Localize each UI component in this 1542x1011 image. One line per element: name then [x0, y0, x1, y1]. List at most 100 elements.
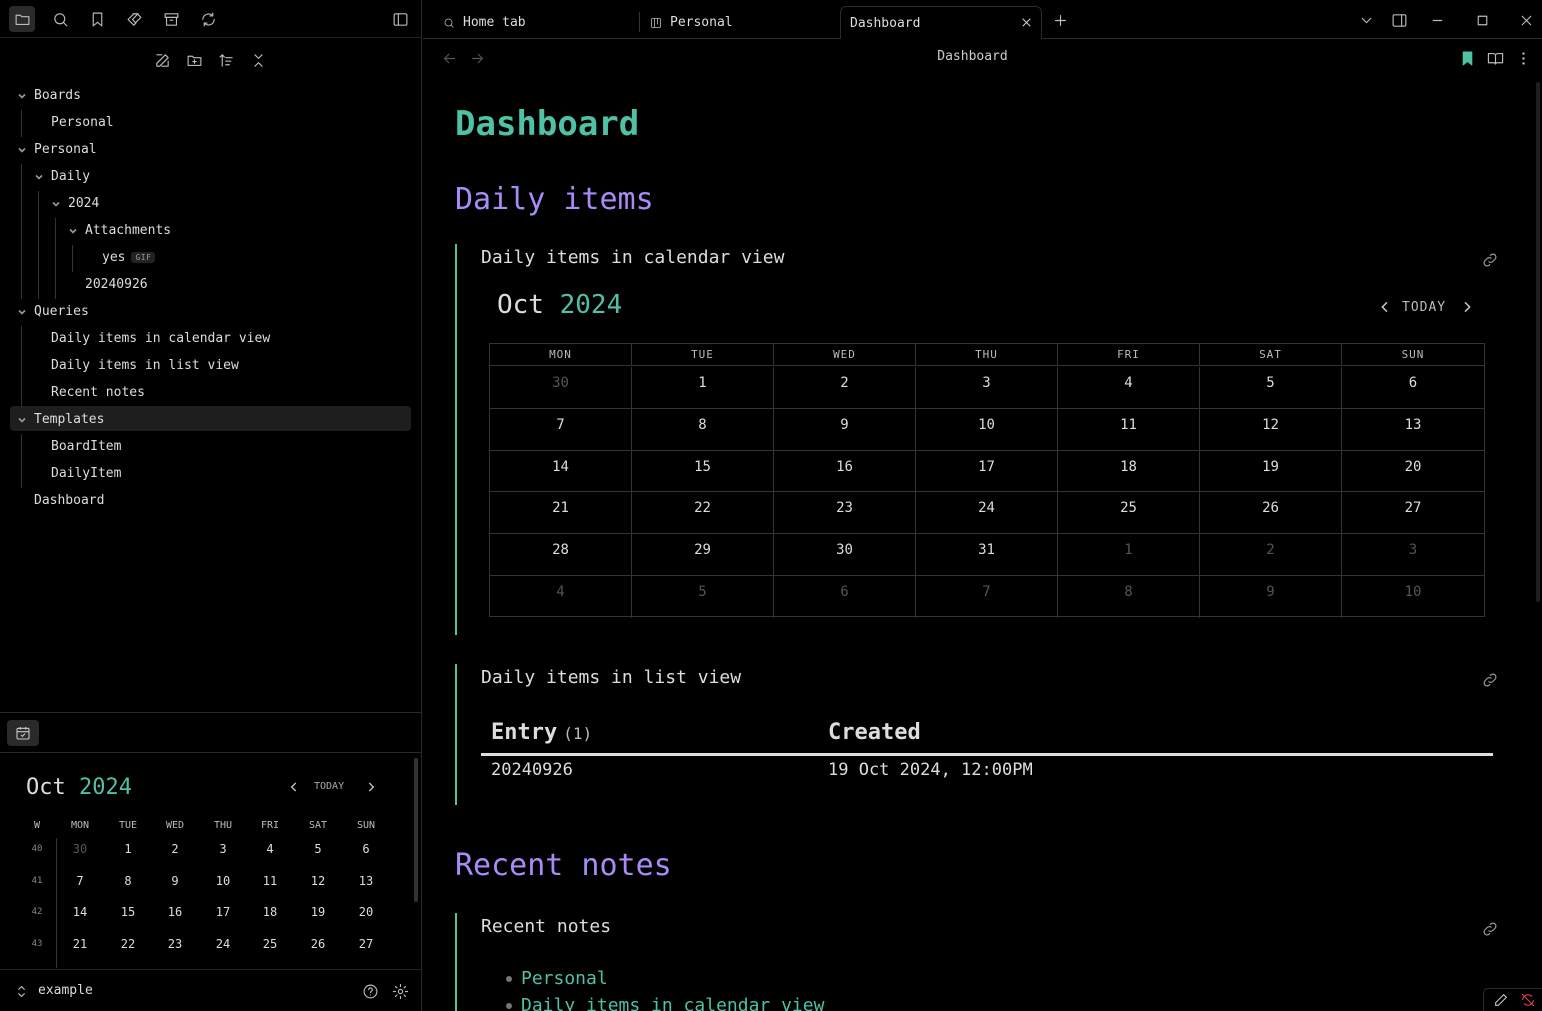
tree-file[interactable]: DailyItem — [51, 461, 121, 485]
calendar-day-cell[interactable]: 22 — [632, 492, 774, 535]
link-icon[interactable] — [1481, 920, 1499, 938]
collapse-sidebar-icon[interactable] — [387, 6, 413, 32]
chevron-down-icon[interactable] — [68, 225, 78, 235]
calendar-day-cell[interactable]: 30 — [490, 367, 632, 409]
calendar-day-cell[interactable]: 29 — [632, 534, 774, 576]
tree-file[interactable]: Daily items in list view — [51, 353, 239, 377]
settings-gear-icon[interactable] — [387, 978, 413, 1004]
calendar-day-cell[interactable]: 9 — [1200, 576, 1342, 618]
calendar-day[interactable]: 18 — [250, 905, 290, 919]
calendar-day-cell[interactable]: 1 — [1058, 534, 1200, 576]
calendar-day[interactable]: 10 — [203, 874, 243, 888]
calendar-day[interactable]: 5 — [298, 842, 338, 856]
calendar-day-cell[interactable]: 5 — [632, 576, 774, 618]
calendar-day-cell[interactable]: 30 — [774, 534, 916, 576]
calendar-day[interactable]: 15 — [108, 905, 148, 919]
week-number[interactable]: 40 — [17, 844, 57, 854]
chevron-down-icon[interactable] — [17, 90, 27, 100]
calendar-day-cell[interactable]: 14 — [490, 450, 632, 493]
calendar-day[interactable]: 27 — [346, 937, 386, 951]
calendar-day[interactable]: 8 — [108, 874, 148, 888]
calendar-day-cell[interactable]: 7 — [490, 408, 632, 451]
calendar-day[interactable]: 3 — [203, 842, 243, 856]
calendar-day[interactable]: 17 — [203, 905, 243, 919]
tree-file[interactable]: yes GIF — [102, 245, 156, 269]
tree-file[interactable]: Dashboard — [34, 488, 104, 512]
reading-view-icon[interactable] — [1482, 45, 1508, 71]
calendar-day-cell[interactable]: 1 — [632, 367, 774, 409]
tree-file[interactable]: 20240926 — [85, 272, 148, 296]
note-scrollbar[interactable] — [1536, 82, 1540, 602]
bookmark-icon[interactable] — [84, 6, 110, 32]
tree-file[interactable]: BoardItem — [51, 434, 121, 458]
week-number[interactable]: 43 — [17, 939, 57, 949]
calendar-day-cell[interactable]: 6 — [1342, 367, 1484, 409]
tree-folder[interactable]: Templates — [18, 407, 104, 431]
calendar-day[interactable]: 19 — [298, 905, 338, 919]
calendar-day[interactable]: 14 — [60, 905, 100, 919]
folder-icon[interactable] — [9, 6, 35, 32]
week-number[interactable]: 41 — [17, 876, 57, 886]
calendar-day-cell[interactable]: 25 — [1058, 492, 1200, 535]
calendar-day-cell[interactable]: 11 — [1058, 408, 1200, 451]
mini-today-button[interactable]: TODAY — [314, 781, 344, 792]
calendar-day[interactable]: 6 — [346, 842, 386, 856]
tree-file[interactable]: Personal — [51, 110, 114, 134]
tree-file[interactable]: Daily items in calendar view — [51, 326, 270, 350]
calendar-day-cell[interactable]: 28 — [490, 534, 632, 576]
calendar-day-cell[interactable]: 16 — [774, 450, 916, 493]
calendar-day-cell[interactable]: 3 — [1342, 534, 1484, 576]
link-icon[interactable] — [1481, 671, 1499, 689]
edit-mode-icon[interactable] — [1493, 992, 1509, 1011]
calendar-day[interactable]: 1 — [108, 842, 148, 856]
calendar-day-cell[interactable]: 19 — [1200, 450, 1342, 493]
new-note-icon[interactable] — [149, 47, 175, 73]
calendar-day-cell[interactable]: 17 — [916, 450, 1058, 493]
close-tab-icon[interactable] — [1020, 16, 1033, 33]
tags-icon[interactable] — [121, 6, 147, 32]
calendar-day[interactable]: 26 — [298, 937, 338, 951]
calendar-day-cell[interactable]: 7 — [916, 576, 1058, 618]
calendar-day[interactable]: 9 — [155, 874, 195, 888]
tab-dashboard[interactable]: Dashboard — [840, 6, 1042, 39]
archive-icon[interactable] — [158, 6, 184, 32]
chevron-down-icon[interactable] — [17, 414, 27, 424]
tree-file[interactable]: Recent notes — [51, 380, 145, 404]
collapse-all-icon[interactable] — [245, 47, 271, 73]
calendar-day[interactable]: 12 — [298, 874, 338, 888]
calendar-day-cell[interactable]: 23 — [774, 492, 916, 535]
tree-folder[interactable]: Personal — [18, 137, 97, 161]
column-header-created[interactable]: Created — [828, 720, 921, 745]
calendar-day[interactable]: 13 — [346, 874, 386, 888]
calendar-day[interactable]: 2 — [155, 842, 195, 856]
chevron-down-icon[interactable] — [17, 144, 27, 154]
calendar-day[interactable]: 25 — [250, 937, 290, 951]
tree-folder[interactable]: Boards — [18, 83, 81, 107]
tree-folder[interactable]: Attachments — [69, 218, 171, 242]
search-icon[interactable] — [47, 6, 73, 32]
next-month-icon[interactable] — [364, 780, 378, 797]
calendar-day[interactable]: 30 — [60, 842, 100, 856]
help-icon[interactable] — [357, 978, 383, 1004]
link-icon[interactable] — [1481, 251, 1499, 269]
vault-name[interactable]: example — [38, 983, 93, 998]
tree-folder[interactable]: 2024 — [52, 191, 99, 215]
more-options-icon[interactable] — [1510, 45, 1536, 71]
recent-note-link[interactable]: Personal — [521, 968, 608, 989]
tree-folder[interactable]: Queries — [18, 299, 89, 323]
calendar-prev-icon[interactable] — [1377, 299, 1393, 319]
calendar-day-cell[interactable]: 13 — [1342, 409, 1484, 451]
calendar-day[interactable]: 16 — [155, 905, 195, 919]
calendar-day-cell[interactable]: 3 — [916, 367, 1058, 409]
chevron-down-icon[interactable] — [34, 171, 44, 181]
calendar-day[interactable]: 21 — [60, 937, 100, 951]
chevron-down-icon[interactable] — [17, 306, 27, 316]
bookmark-icon[interactable] — [1454, 45, 1480, 71]
toggle-right-sidebar-icon[interactable] — [1386, 7, 1412, 33]
new-tab-icon[interactable] — [1047, 7, 1073, 33]
tree-folder[interactable]: Daily — [35, 164, 90, 188]
calendar-scrollbar[interactable] — [414, 758, 418, 902]
calendar-next-icon[interactable] — [1459, 299, 1475, 319]
maximize-icon[interactable] — [1469, 7, 1495, 33]
tab-personal[interactable]: Personal — [650, 6, 850, 39]
